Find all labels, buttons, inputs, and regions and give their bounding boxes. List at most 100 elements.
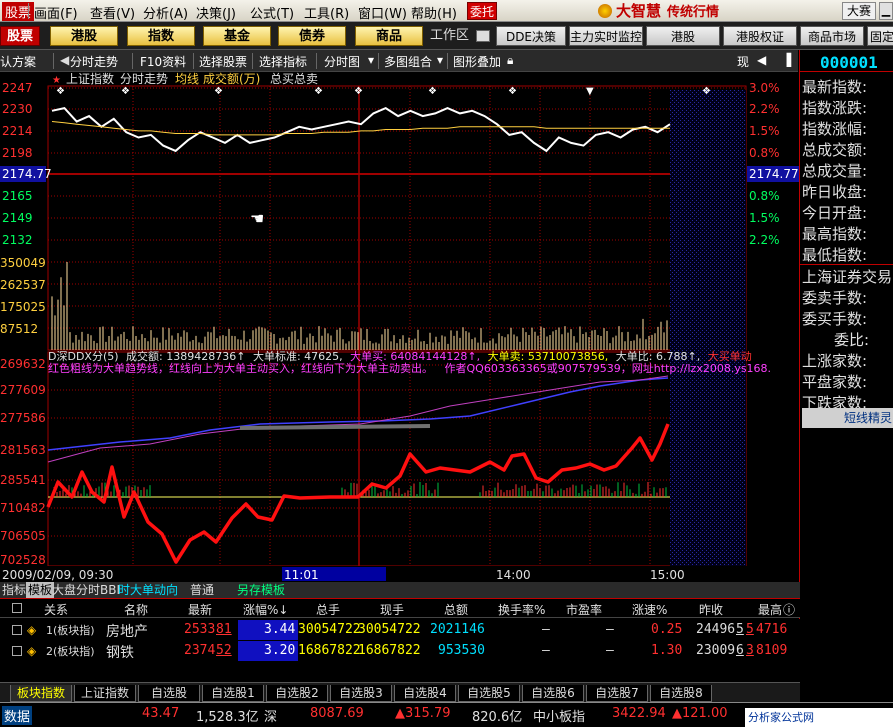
back-icon[interactable]: ◀ [60,53,69,67]
multi-dropdown-icon[interactable]: ▾ [437,53,443,67]
tab-saveas[interactable]: 另存模板 [237,582,285,598]
price-axis-right: 3.0% 2.2% 1.5% 0.8% 2174.77 0.8% 1.5% 2.2% [747,81,800,247]
stock-code[interactable]: 000001 [820,53,878,72]
intraday-chart[interactable]: ❖ ❖ ❖ ❖ ❖ ❖ ❖ ▼ ❖ ★ 上证指数 分时走势 均线 成交额(万) 总买总卖 D深D… [0,72,800,584]
row-last-decimal: 81 [216,622,232,637]
hand-cursor-icon: ☚ [250,209,264,228]
row-relation: 1(板块指) [46,624,95,637]
chart-grid [47,85,747,567]
select-index-button[interactable]: 选择指标 [259,53,307,70]
col-last[interactable]: 最新 [188,601,212,618]
volume-axis-label: 350049 [0,256,46,270]
row-name[interactable]: 钢铁 [106,642,134,662]
info-icon[interactable]: ⓘ [783,601,795,618]
ratio-label: 总买总卖 [270,72,318,86]
row-checkbox[interactable] [12,646,22,656]
tab-realtime[interactable]: 时大单动向 [118,582,178,598]
sheet-tab-watchlist8[interactable]: 自选股8 [650,685,712,702]
tab-dde[interactable]: DDE决策 [496,26,566,46]
menu-stocks[interactable]: 股票 [2,2,35,21]
sheet-tab-watchlist1[interactable]: 自选股1 [202,685,264,702]
timeshare-button[interactable]: 分时图 [324,53,360,70]
tab-commodity[interactable]: 商品 [355,26,423,46]
sheet-tab-watchlist3[interactable]: 自选股3 [330,685,392,702]
mail-icon[interactable] [476,30,490,42]
short-signal-button[interactable]: 短线精灵 [802,408,893,428]
col-amount[interactable]: 总额 [444,601,468,618]
col-vol-now[interactable]: 现手 [380,601,404,618]
row-relation: 2(板块指) [46,645,95,658]
menu-help[interactable]: 帮助(H) [411,3,457,22]
col-relation[interactable]: 关系 [44,601,68,618]
tab-fund[interactable]: 基金 [203,26,271,46]
overlay-button[interactable]: 图形叠加 [453,53,501,70]
brand-icon [598,4,612,18]
tab-commodity-market[interactable]: 商品市场 [800,26,864,46]
tab-template[interactable]: 模板 [26,582,55,598]
ddx-author: 作者QQ603363365或907579539，网址http://lzx2008… [445,361,772,375]
col-turnover[interactable]: 换手率% [498,601,545,618]
sheet-tab-watchlist4[interactable]: 自选股4 [394,685,456,702]
tab-hk[interactable]: 港股 [50,26,118,46]
menu-formula[interactable]: 公式(T) [250,3,294,22]
col-name[interactable]: 名称 [124,601,148,618]
scheme-button[interactable]: 默认方案 [0,53,36,70]
col-prev[interactable]: 昨收 [699,601,723,618]
sheet-tab-watchlist7[interactable]: 自选股7 [586,685,648,702]
table-row[interactable]: ◈ 1(板块指) 房地产 2533 81 3.44 30054722 30054… [0,619,800,641]
ddx-axis-label: 281563 [0,443,46,457]
tab-hk-warrant[interactable]: 港股权证 [723,26,797,46]
tab-stocks[interactable]: 股票 [0,26,40,46]
status-sz-change: ▲315.79 [395,706,451,721]
menu-tools[interactable]: 工具(R) [304,3,349,22]
select-stock-button[interactable]: 选择股票 [199,53,247,70]
low-label: 最低指数: [802,246,868,264]
sheet-tab-watchlist[interactable]: 自选股 [138,685,200,702]
row-pe: – [606,622,614,637]
sheet-tab-watchlist5[interactable]: 自选股5 [458,685,520,702]
entrust-button[interactable]: 委托 [467,2,497,20]
close-arrow-icon[interactable]: ◀ [757,53,766,67]
tab-normal[interactable]: 普通 [190,582,214,598]
row-checkbox[interactable] [12,625,22,635]
tab-bond[interactable]: 债券 [278,26,346,46]
menu-decision[interactable]: 决策(J) [196,3,236,22]
menu-screen[interactable]: 画面(F) [34,3,78,22]
menu-view[interactable]: 查看(V) [90,3,135,22]
tab-indicator[interactable]: 指标 [2,582,26,598]
select-all-checkbox[interactable] [12,603,22,613]
minimize-button[interactable]: ▁ [879,2,893,20]
tab-mainforce[interactable]: 主力实时监控 [569,26,643,46]
multi-chart-button[interactable]: 多图组合 [384,53,432,70]
intraday-button[interactable]: 分时走势 [70,53,118,70]
pct-axis-label: 2.2% [749,233,780,247]
col-vol-total[interactable]: 总手 [316,601,340,618]
col-pct[interactable]: 涨幅%↓ [243,601,288,618]
col-speed[interactable]: 涨速% [632,601,667,618]
tab-hk2[interactable]: 港股 [646,26,720,46]
status-data-label[interactable]: 数据 [2,706,33,725]
sidebar-toggle-icon[interactable]: ▐ [782,53,791,67]
sheet-tab-shanghai[interactable]: 上证指数 [74,685,136,702]
tab-index[interactable]: 指数 [127,26,195,46]
lock-icon[interactable]: 🔒︎ [507,53,513,68]
menu-analysis[interactable]: 分析(A) [143,3,188,22]
current-label[interactable]: 现 [737,53,749,70]
sheet-tab-watchlist2[interactable]: 自选股2 [266,685,328,702]
tab-fixed[interactable]: 固定 [867,26,893,46]
sheet-tab-watchlist6[interactable]: 自选股6 [522,685,584,702]
table-row[interactable]: ◈ 2(板块指) 钢铁 2374 52 3.20 16867822 168678… [0,640,800,662]
pct-axis-label: 1.5% [749,211,780,225]
f10-button[interactable]: F10资料 [140,53,186,70]
sheet-tab-sector[interactable]: 板块指数 [10,685,72,702]
row-high-a: 5 [746,622,754,637]
contest-button[interactable]: 大赛 [842,2,876,20]
col-pe[interactable]: 市盈率 [566,601,602,618]
menu-window[interactable]: 窗口(W) [358,3,407,22]
row-speed: 0.25 [651,622,683,637]
workarea-label[interactable]: 工作区 [430,26,469,46]
row-name[interactable]: 房地产 [106,621,148,641]
timeshare-dropdown-icon[interactable]: ▾ [368,53,374,67]
tab-dapan[interactable]: 大盘分时BBI [52,582,120,598]
col-high[interactable]: 最高 [758,601,782,618]
